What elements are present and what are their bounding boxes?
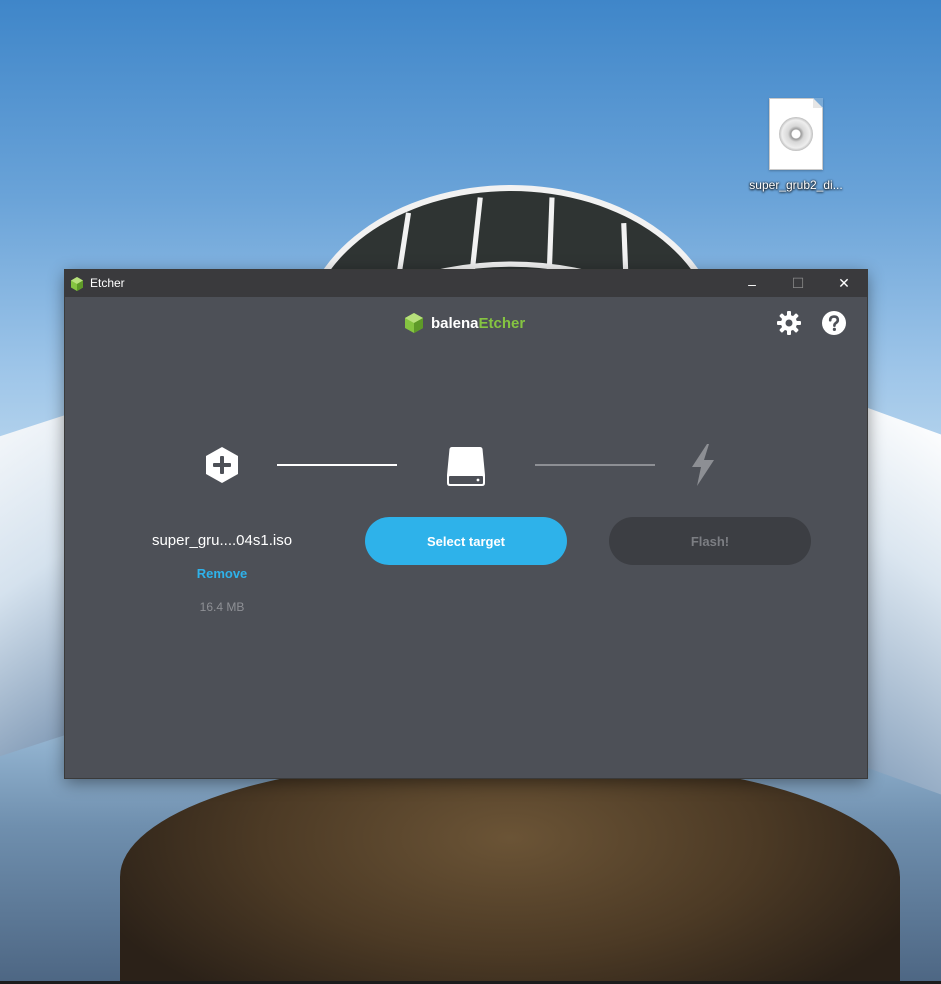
- gear-icon: [777, 311, 801, 335]
- plus-hexagon-icon[interactable]: [203, 446, 241, 484]
- logo-text-etcher: Etcher: [478, 314, 526, 332]
- etcher-app-icon: [71, 277, 83, 291]
- remove-image-link[interactable]: Remove: [172, 566, 272, 581]
- selected-image-name: super_gru....04s1.iso: [151, 532, 293, 549]
- help-icon: [822, 311, 846, 335]
- drive-icon: [446, 445, 486, 487]
- window-title: Etcher: [90, 276, 125, 290]
- close-button[interactable]: ✕: [821, 270, 867, 297]
- step-connector-2: [535, 464, 655, 466]
- image-size-label: 16.4 MB: [199, 600, 245, 614]
- background-jacket: [120, 760, 900, 984]
- balena-etcher-logo: balena Etcher: [403, 312, 525, 334]
- maximize-button[interactable]: ☐: [775, 270, 821, 297]
- lightning-icon: [689, 444, 717, 486]
- window-titlebar[interactable]: Etcher – ☐ ✕: [65, 270, 867, 297]
- select-target-button[interactable]: Select target: [365, 517, 567, 565]
- balena-cube-icon: [405, 313, 423, 333]
- disc-image-file-icon: [769, 98, 823, 170]
- etcher-window: Etcher – ☐ ✕ balena Etcher super_gru....…: [65, 270, 867, 778]
- flash-button[interactable]: Flash!: [609, 517, 811, 565]
- desktop-file-label: super_grub2_di...: [749, 178, 843, 192]
- disc-icon: [779, 117, 813, 151]
- logo-text-balena: balena: [431, 314, 479, 332]
- minimize-button[interactable]: –: [729, 270, 775, 297]
- help-button[interactable]: [821, 310, 847, 336]
- step-connector-1: [277, 464, 397, 466]
- desktop-file-icon[interactable]: super_grub2_di...: [748, 96, 844, 196]
- settings-button[interactable]: [776, 310, 802, 336]
